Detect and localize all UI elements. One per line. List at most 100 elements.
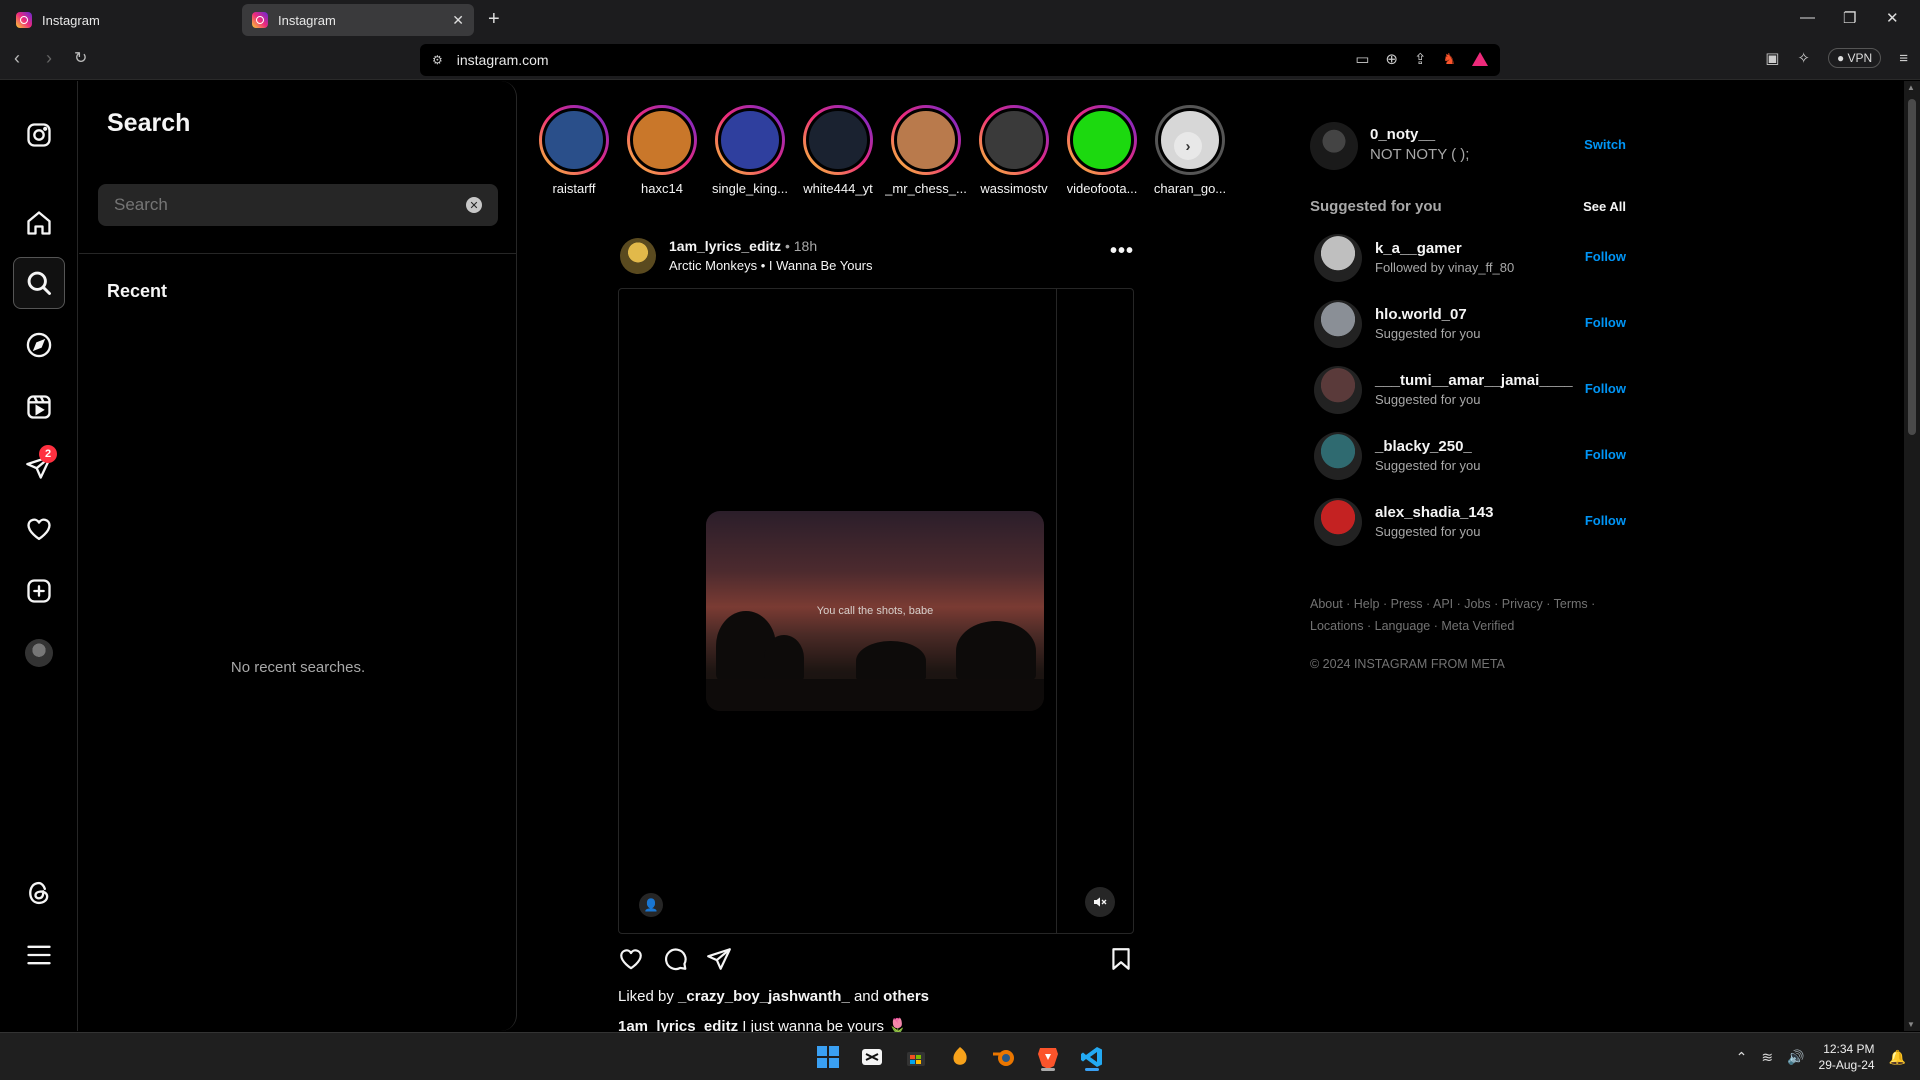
switch-account-button[interactable]: Switch [1584, 137, 1626, 152]
restore-icon[interactable]: ❐ [1843, 9, 1856, 27]
story-item[interactable]: haxc14 [618, 105, 706, 196]
reels-icon[interactable] [13, 381, 65, 433]
post-audio[interactable]: Arctic Monkeys • I Wanna Be Yours [669, 258, 873, 273]
story-item[interactable]: wassimostv [970, 105, 1058, 196]
follow-button[interactable]: Follow [1585, 249, 1626, 264]
suggestion-username[interactable]: hlo.world_07 [1375, 306, 1467, 323]
cast-icon[interactable]: ▭ [1355, 50, 1369, 68]
footer-link[interactable]: Meta Verified [1441, 619, 1514, 633]
follow-button[interactable]: Follow [1585, 315, 1626, 330]
suggestion-avatar[interactable] [1314, 300, 1362, 348]
story-item[interactable]: videofoota... [1058, 105, 1146, 196]
footer-link[interactable]: Locations [1310, 619, 1364, 633]
search-input[interactable] [114, 195, 444, 215]
suggestion-username[interactable]: alex_shadia_143 [1375, 504, 1493, 521]
clear-search-icon[interactable]: ✕ [466, 197, 482, 213]
post-author-username[interactable]: 1am_lyrics_editz [669, 238, 781, 254]
post-author-avatar[interactable] [620, 238, 656, 274]
comment-icon[interactable] [662, 946, 688, 972]
tray-overflow-icon[interactable]: ⌃ [1736, 1049, 1748, 1066]
threads-icon[interactable] [13, 867, 65, 919]
home-icon[interactable] [13, 197, 65, 249]
follow-button[interactable]: Follow [1585, 381, 1626, 396]
reload-icon[interactable]: ↻ [74, 48, 87, 68]
blender-icon[interactable] [988, 1041, 1020, 1073]
story-item[interactable]: _mr_chess_... [882, 105, 970, 196]
like-heart-icon[interactable] [618, 946, 644, 972]
minimize-icon[interactable]: — [1800, 9, 1815, 26]
follow-button[interactable]: Follow [1585, 513, 1626, 528]
browser-tab-active[interactable]: Instagram ✕ [242, 4, 474, 36]
suggestion-avatar[interactable] [1314, 234, 1362, 282]
more-menu-icon[interactable] [13, 929, 65, 981]
footer-link[interactable]: Help [1354, 597, 1380, 611]
back-icon[interactable]: ‹ [14, 48, 20, 69]
footer-link[interactable]: API [1433, 597, 1453, 611]
story-item[interactable]: raistarff [530, 105, 618, 196]
follow-button[interactable]: Follow [1585, 447, 1626, 462]
instagram-logo-icon[interactable] [13, 109, 65, 161]
zoom-icon[interactable]: ⊕ [1385, 50, 1398, 68]
scroll-down-icon[interactable]: ▼ [1907, 1020, 1915, 1029]
footer-link[interactable]: Jobs [1464, 597, 1490, 611]
window-close-icon[interactable]: ✕ [1886, 9, 1899, 27]
search-icon[interactable] [13, 257, 65, 309]
save-bookmark-icon[interactable] [1108, 946, 1134, 972]
page-scrollbar[interactable]: ▲ ▼ [1904, 81, 1920, 1031]
windows-start-icon[interactable] [812, 1041, 844, 1073]
liked-by-others[interactable]: others [883, 988, 929, 1005]
see-all-button[interactable]: See All [1583, 199, 1626, 214]
suggestion-avatar[interactable] [1314, 366, 1362, 414]
tagged-user-icon[interactable]: 👤 [639, 893, 663, 917]
share-icon[interactable] [706, 946, 732, 972]
leo-ai-icon[interactable]: ✧ [1797, 49, 1810, 67]
search-box[interactable]: ✕ [98, 184, 498, 226]
site-settings-icon[interactable]: ⚙ [432, 53, 443, 67]
address-bar[interactable]: ⚙ instagram.com ▭ ⊕ ⇪ ♞ [420, 44, 1500, 76]
notifications-heart-icon[interactable] [13, 503, 65, 555]
liked-by-user[interactable]: _crazy_boy_jashwanth_ [678, 988, 850, 1005]
stories-next-icon[interactable]: › [1174, 132, 1202, 160]
post-video[interactable]: You call the shots, babe 👤 [618, 288, 1134, 934]
story-item[interactable]: single_king... [706, 105, 794, 196]
suggestion-avatar[interactable] [1314, 432, 1362, 480]
vscode-icon[interactable] [1076, 1041, 1108, 1073]
suggestion-username[interactable]: _blacky_250_ [1375, 438, 1472, 455]
mute-icon[interactable] [1085, 887, 1115, 917]
browser-tab[interactable]: Instagram [6, 4, 238, 36]
capcut-app-icon[interactable] [856, 1041, 888, 1073]
suggestion-username[interactable]: k_a__gamer [1375, 240, 1462, 257]
store-app-icon[interactable] [900, 1041, 932, 1073]
brave-shields-icon[interactable]: ♞ [1443, 50, 1456, 68]
suggestion-username[interactable]: ___tumi__amar__jamai____ [1375, 372, 1573, 389]
volume-icon[interactable]: 🔊 [1787, 1049, 1804, 1066]
brave-rewards-icon[interactable] [1472, 52, 1488, 66]
footer-link[interactable]: Press [1391, 597, 1423, 611]
create-post-icon[interactable] [13, 565, 65, 617]
current-account-avatar[interactable] [1310, 122, 1358, 170]
footer-link[interactable]: Privacy [1502, 597, 1543, 611]
profile-avatar[interactable] [13, 627, 65, 679]
clock[interactable]: 12:34 PM 29-Aug-24 [1819, 1041, 1875, 1073]
tab-close-icon[interactable]: ✕ [452, 12, 464, 29]
scroll-up-icon[interactable]: ▲ [1907, 83, 1915, 92]
share-icon[interactable]: ⇪ [1414, 50, 1427, 68]
wifi-icon[interactable]: ≋ [1761, 1049, 1773, 1066]
scrollbar-thumb[interactable] [1908, 99, 1916, 435]
forward-icon[interactable]: › [46, 48, 52, 69]
wallet-icon[interactable]: ▣ [1765, 49, 1779, 67]
suggestion-avatar[interactable] [1314, 498, 1362, 546]
new-tab-button[interactable]: + [488, 8, 500, 31]
footer-link[interactable]: Language [1375, 619, 1431, 633]
menu-icon[interactable]: ≡ [1899, 50, 1908, 67]
explore-icon[interactable] [13, 319, 65, 371]
notifications-bell-icon[interactable]: 🔔 [1889, 1049, 1906, 1066]
post-more-options-icon[interactable]: ••• [1110, 240, 1134, 263]
current-account-username[interactable]: 0_noty__ [1370, 126, 1435, 143]
footer-link[interactable]: About [1310, 597, 1343, 611]
brave-browser-icon[interactable] [1032, 1041, 1064, 1073]
story-item[interactable]: white444_yt [794, 105, 882, 196]
vpn-button[interactable]: ● VPN [1827, 48, 1882, 68]
fl-studio-icon[interactable] [944, 1041, 976, 1073]
footer-link[interactable]: Terms [1554, 597, 1588, 611]
